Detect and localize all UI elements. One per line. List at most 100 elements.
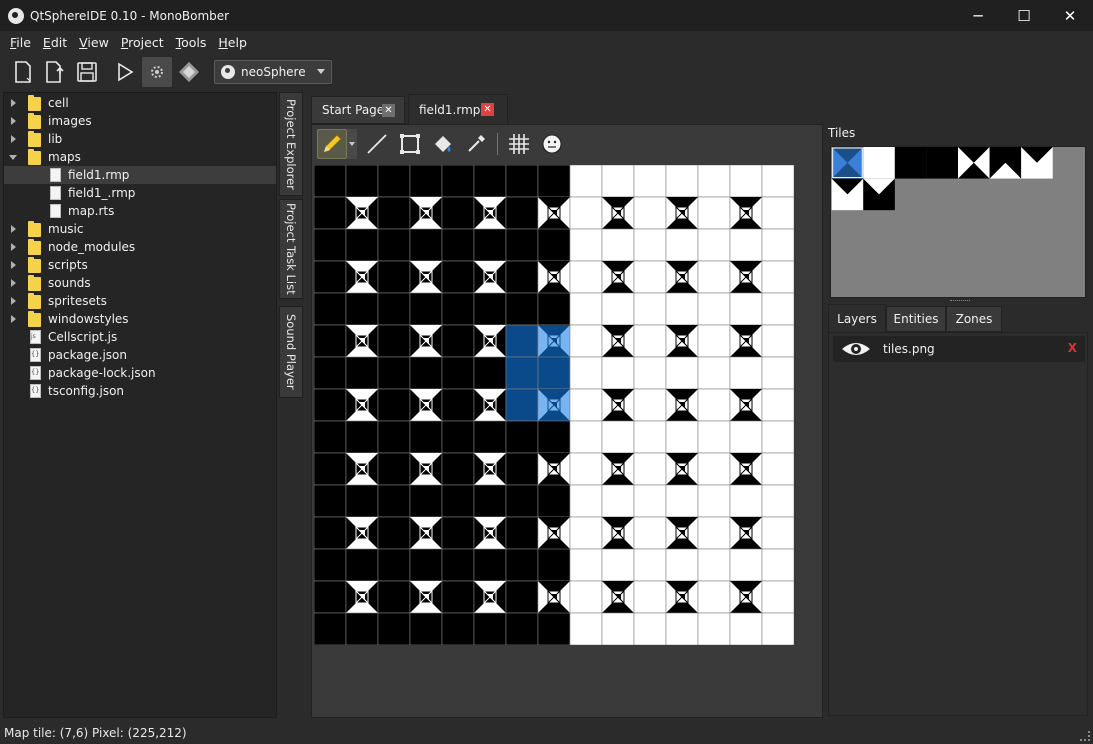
map-tile[interactable] xyxy=(441,580,475,614)
map-tile[interactable] xyxy=(409,292,443,326)
map-tile[interactable] xyxy=(473,292,507,326)
tab-project-task-list[interactable]: Project Task List xyxy=(279,199,303,299)
map-tile[interactable] xyxy=(697,580,731,614)
map-tile[interactable] xyxy=(345,324,379,358)
map-tile[interactable] xyxy=(409,324,443,358)
tree-item[interactable]: field1.rmp xyxy=(4,166,276,184)
map-tile[interactable] xyxy=(537,548,571,582)
map-tile[interactable] xyxy=(601,165,635,198)
map-tile[interactable] xyxy=(569,580,603,614)
map-tile[interactable] xyxy=(377,165,411,198)
map-tile[interactable] xyxy=(473,612,507,645)
map-tile[interactable] xyxy=(761,356,794,390)
map-tile[interactable] xyxy=(665,228,699,262)
map-tile[interactable] xyxy=(441,196,475,230)
map-tile[interactable] xyxy=(345,165,379,198)
map-tile[interactable] xyxy=(601,516,635,550)
map-tile[interactable] xyxy=(633,260,667,294)
chevron-right-icon[interactable] xyxy=(11,99,16,107)
map-tile[interactable] xyxy=(601,292,635,326)
map-tile[interactable] xyxy=(761,228,794,262)
map-tile[interactable] xyxy=(761,484,794,518)
map-tile[interactable] xyxy=(314,388,347,422)
line-tool[interactable] xyxy=(362,129,392,159)
map-tile[interactable] xyxy=(377,388,411,422)
map-tile[interactable] xyxy=(314,324,347,358)
map-tile[interactable] xyxy=(537,388,571,422)
map-tile[interactable] xyxy=(409,580,443,614)
map-tile[interactable] xyxy=(441,292,475,326)
map-tile[interactable] xyxy=(345,420,379,454)
map-tile[interactable] xyxy=(665,420,699,454)
tab-sound-player[interactable]: Sound Player xyxy=(279,306,303,398)
menu-edit[interactable]: Edit xyxy=(37,35,73,50)
map-tile[interactable] xyxy=(409,516,443,550)
map-tile[interactable] xyxy=(633,196,667,230)
close-button[interactable]: ✕ xyxy=(1047,0,1093,31)
chevron-right-icon[interactable] xyxy=(11,261,16,269)
map-tile[interactable] xyxy=(569,324,603,358)
map-tile[interactable] xyxy=(473,228,507,262)
map-tile[interactable] xyxy=(441,420,475,454)
tree-item[interactable]: package-lock.json xyxy=(4,364,276,382)
map-tile[interactable] xyxy=(665,292,699,326)
map-tile[interactable] xyxy=(697,260,731,294)
map-tile[interactable] xyxy=(729,196,763,230)
map-tile[interactable] xyxy=(441,388,475,422)
chevron-right-icon[interactable] xyxy=(11,135,16,143)
map-tile[interactable] xyxy=(665,165,699,198)
map-tile[interactable] xyxy=(697,516,731,550)
map-tile[interactable] xyxy=(665,356,699,390)
map-tile[interactable] xyxy=(601,484,635,518)
map-tile[interactable] xyxy=(473,580,507,614)
map-tile[interactable] xyxy=(505,324,539,358)
map-tile[interactable] xyxy=(697,356,731,390)
map-tile[interactable] xyxy=(697,228,731,262)
map-tile[interactable] xyxy=(729,292,763,326)
map-tile[interactable] xyxy=(665,452,699,486)
map-tile[interactable] xyxy=(441,165,475,198)
map-tile[interactable] xyxy=(409,612,443,645)
engine-select[interactable]: neoSphere xyxy=(214,59,332,84)
map-tile[interactable] xyxy=(473,484,507,518)
map-tile[interactable] xyxy=(665,516,699,550)
map-tile[interactable] xyxy=(761,452,794,486)
map-tile[interactable] xyxy=(345,292,379,326)
map-tile[interactable] xyxy=(569,612,603,645)
map-tile[interactable] xyxy=(729,228,763,262)
map-tile[interactable] xyxy=(601,356,635,390)
tree-item[interactable]: spritesets xyxy=(4,292,276,310)
map-tile[interactable] xyxy=(345,228,379,262)
map-tile[interactable] xyxy=(314,196,347,230)
tree-item[interactable]: music xyxy=(4,220,276,238)
tab-zones[interactable]: Zones xyxy=(946,306,1002,332)
tree-item[interactable]: sounds xyxy=(4,274,276,292)
close-icon[interactable]: ✕ xyxy=(382,104,395,117)
map-tile[interactable] xyxy=(761,580,794,614)
map-tile[interactable] xyxy=(505,484,539,518)
map-tile[interactable] xyxy=(377,516,411,550)
map-tile[interactable] xyxy=(537,452,571,486)
map-tile[interactable] xyxy=(633,324,667,358)
map-tile[interactable] xyxy=(409,484,443,518)
map-tile[interactable] xyxy=(537,516,571,550)
map-tile[interactable] xyxy=(697,324,731,358)
map-tile[interactable] xyxy=(377,612,411,645)
map-tile[interactable] xyxy=(729,548,763,582)
tree-item[interactable]: field1_.rmp xyxy=(4,184,276,202)
delete-layer-button[interactable]: X xyxy=(1068,341,1077,355)
map-tile[interactable] xyxy=(505,388,539,422)
build-button[interactable] xyxy=(142,56,172,87)
map-tile[interactable] xyxy=(345,452,379,486)
map-tile[interactable] xyxy=(314,292,347,326)
map-tile[interactable] xyxy=(537,228,571,262)
map-tile[interactable] xyxy=(377,324,411,358)
map-tile[interactable] xyxy=(601,388,635,422)
package-button[interactable] xyxy=(174,57,204,87)
map-tile[interactable] xyxy=(697,388,731,422)
map-tile[interactable] xyxy=(633,580,667,614)
project-tree[interactable]: cell images lib maps field1.rmp field1_.rmp ma… xyxy=(3,92,277,718)
map-tile[interactable] xyxy=(505,548,539,582)
map-tile[interactable] xyxy=(601,324,635,358)
map-tile[interactable] xyxy=(569,292,603,326)
